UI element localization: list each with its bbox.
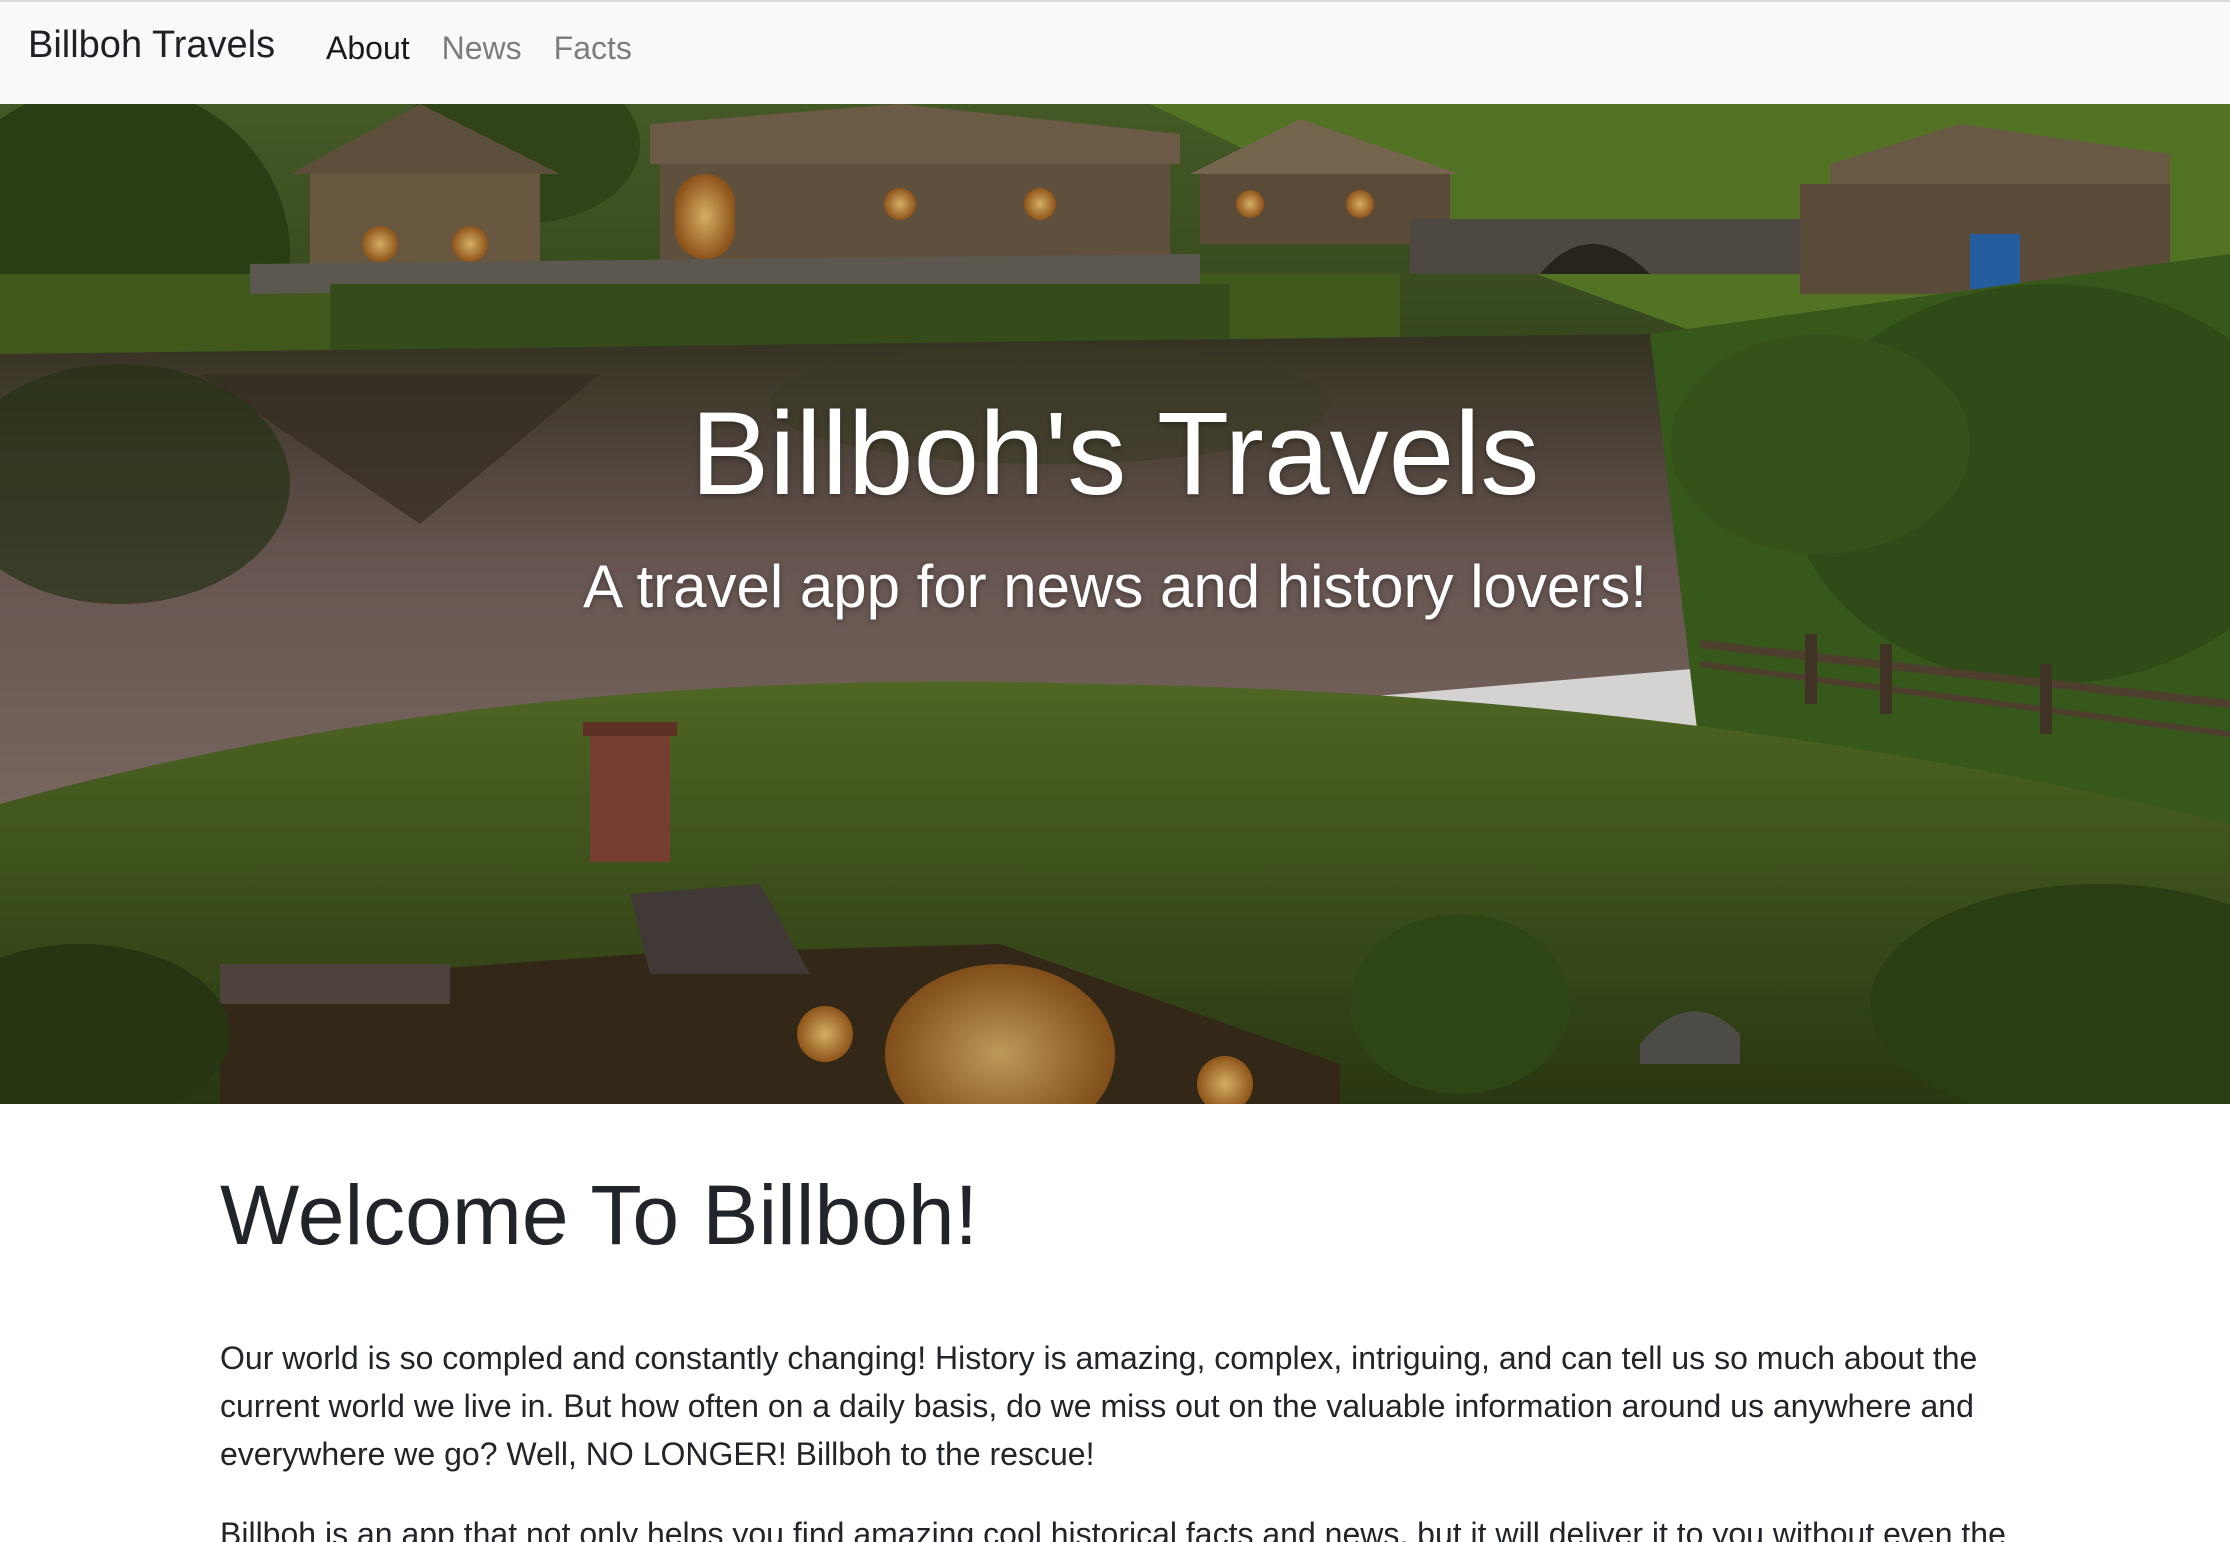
nav-link-about[interactable]: About bbox=[326, 30, 410, 67]
nav-links: About News Facts bbox=[326, 30, 664, 67]
description-paragraph: Billboh is an app that not only helps yo… bbox=[220, 1515, 2006, 1542]
nav-link-facts[interactable]: Facts bbox=[554, 30, 632, 67]
brand-link[interactable]: Billboh Travels bbox=[28, 24, 275, 67]
hero-subtitle: A travel app for news and history lovers… bbox=[583, 553, 1647, 620]
nav-link-news[interactable]: News bbox=[442, 30, 522, 67]
page: Billboh Travels About News Facts Billboh… bbox=[0, 0, 2230, 1542]
intro-paragraph: Our world is so compled and constantly c… bbox=[220, 1339, 1978, 1472]
main-content: Welcome To Billboh! Our world is so comp… bbox=[220, 1165, 2060, 1542]
hero-title: Billboh's Travels bbox=[690, 388, 1540, 520]
hero-banner: Billboh's Travels A travel app for news … bbox=[0, 104, 2230, 1104]
navbar: Billboh Travels About News Facts bbox=[0, 0, 2230, 104]
welcome-heading: Welcome To Billboh! bbox=[220, 1168, 978, 1262]
